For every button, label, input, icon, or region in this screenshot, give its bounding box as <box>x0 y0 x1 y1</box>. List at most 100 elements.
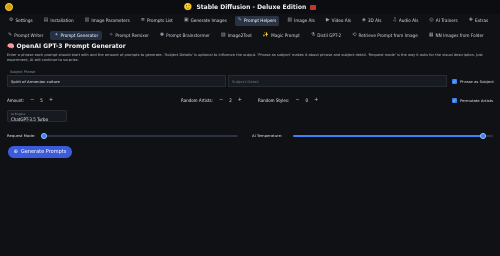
random-styles-value[interactable]: 0 <box>306 98 309 103</box>
subject-detail-input[interactable]: Subject Detail <box>228 75 447 87</box>
retrieve-icon: ⟲ <box>352 31 357 38</box>
tab-label: Prompt Helpers <box>243 18 277 23</box>
tab-label: Image Parameters <box>91 18 130 23</box>
phrase-as-subject-label: Phrase as Subject <box>460 79 494 84</box>
picture-icon: ▧ <box>287 17 293 23</box>
random-artists-plus-button[interactable]: + <box>238 97 242 103</box>
request-mode-label: Request Mode: <box>7 133 36 138</box>
amount-value[interactable]: 5 <box>40 98 43 103</box>
tab-prompt-helpers[interactable]: ✎ Prompt Helpers <box>234 15 280 26</box>
random-styles-minus-button[interactable]: − <box>295 97 299 103</box>
tab-label: Video AIs <box>331 18 352 23</box>
subtab-nn-images[interactable]: ▦ NN Images from Folder <box>425 31 488 40</box>
subtab-label: Prompt Writer <box>14 32 44 38</box>
generate-prompts-label: Generate Prompts <box>20 149 67 155</box>
amount-plus-button[interactable]: + <box>49 97 53 103</box>
flask-icon: ⚗ <box>310 31 316 38</box>
generate-icon: ⊕ <box>13 149 18 155</box>
subtab-prompt-writer[interactable]: ✎ Prompt Writer <box>4 31 47 40</box>
subtab-label: Prompt Generator <box>60 32 99 38</box>
phrase-as-subject-checkbox[interactable]: ✓ <box>452 79 457 84</box>
random-styles-plus-button[interactable]: + <box>314 97 318 103</box>
subtab-label: Image2Text <box>227 32 252 38</box>
music-icon: ♫ <box>392 17 397 23</box>
plus-icon: ✚ <box>468 17 473 23</box>
title-wrap: 🙂 Stable Diffusion - Deluxe Edition <box>184 3 317 11</box>
phrase-as-subject-row[interactable]: ✓ Phrase as Subject <box>452 79 494 84</box>
image-icon: ▥ <box>84 17 90 23</box>
subtab-label: Distil GPT-2 <box>317 32 342 38</box>
section-title-text: OpenAI GPT-3 Prompt Generator <box>16 43 126 50</box>
tab-ai-trainers[interactable]: ◎ AI Trainers <box>426 16 460 26</box>
pencil-icon: ✎ <box>8 31 13 38</box>
tab-installation[interactable]: ▤ Installation <box>41 16 77 26</box>
permutate-artists-row[interactable]: ✓ Permutate Artists <box>452 98 493 103</box>
remix-icon: ✧ <box>109 31 114 38</box>
section-description: Enter a phrase each prompt should start … <box>7 53 483 62</box>
tab-image-parameters[interactable]: ▥ Image Parameters <box>82 16 133 26</box>
tab-generate-images[interactable]: ▣ Generate Images <box>181 16 230 26</box>
tab-extras[interactable]: ✚ Extras <box>466 16 491 26</box>
ai-temperature-label: AI Temperature: <box>252 133 283 138</box>
tab-label: AI Trainers <box>435 18 458 23</box>
ai-engine-value: ChatGPT-3.5 Turbo <box>11 117 49 122</box>
tab-label: Image AIs <box>294 18 315 23</box>
generate-prompts-button[interactable]: ⊕ Generate Prompts <box>8 146 72 158</box>
tab-label: Prompts List <box>146 18 173 23</box>
ai-temperature-knob[interactable] <box>480 133 486 139</box>
subtab-magic-prompt[interactable]: ✨ Magic Prompt <box>259 31 304 40</box>
tab-audio-ais[interactable]: ♫ Audio AIs <box>389 16 421 26</box>
subtab-prompt-remixer[interactable]: ✧ Prompt Remixer <box>105 31 153 40</box>
window-title: Stable Diffusion - Deluxe Edition <box>196 3 307 11</box>
ai-engine-label: AI Engine <box>11 112 26 116</box>
random-artists-value[interactable]: 2 <box>229 98 232 103</box>
app-logo-icon[interactable] <box>5 3 13 11</box>
image-icon: ▨ <box>220 31 226 38</box>
subtab-prompt-brainstormer[interactable]: ✺ Prompt Brainstormer <box>156 31 214 40</box>
tab-3d-ais[interactable]: ◈ 3D AIs <box>359 16 384 26</box>
random-artists-minus-button[interactable]: − <box>219 97 223 103</box>
subtab-image2text[interactable]: ▨ Image2Text <box>217 31 256 40</box>
title-bar: 🙂 Stable Diffusion - Deluxe Edition <box>0 0 500 14</box>
permutate-artists-checkbox[interactable]: ✓ <box>452 98 457 103</box>
cube-icon: ◈ <box>362 17 366 23</box>
request-mode-slider[interactable] <box>41 133 238 139</box>
tab-prompts-list[interactable]: ≣ Prompts List <box>138 16 176 26</box>
sparkle-icon: ✦ <box>54 31 59 38</box>
subtab-label: Prompt Remixer <box>115 32 149 38</box>
request-mode-knob[interactable] <box>41 133 47 139</box>
tab-label: Audio AIs <box>398 18 419 23</box>
random-artists-row: Random Artists: − 2 + <box>181 97 242 103</box>
target-icon: ◎ <box>429 17 434 23</box>
sub-tabs: ✎ Prompt Writer ✦ Prompt Generator ✧ Prompt… <box>0 30 500 40</box>
magic-icon: ✨ <box>262 31 270 38</box>
brainstorm-icon: ✺ <box>159 31 165 38</box>
random-artists-label: Random Artists: <box>181 97 213 103</box>
ai-engine-dropdown[interactable]: AI Engine ChatGPT-3.5 Turbo <box>7 110 67 122</box>
main-tabs: ⚙ Settings ▤ Installation ▥ Image Parameter… <box>0 15 500 26</box>
tab-image-ais[interactable]: ▧ Image AIs <box>284 16 317 26</box>
section-title: 🧠 OpenAI GPT-3 Prompt Generator <box>7 43 126 50</box>
random-styles-label: Random Styles: <box>258 97 290 103</box>
tab-label: Extras <box>474 18 489 23</box>
red-box-icon <box>310 4 317 10</box>
tab-video-ais[interactable]: ▶ Video AIs <box>323 16 354 26</box>
subtab-prompt-generator[interactable]: ✦ Prompt Generator <box>50 30 103 40</box>
tab-label: Settings <box>15 18 33 23</box>
subtab-label: Retrieve Prompt from Image <box>358 32 418 38</box>
amount-minus-button[interactable]: − <box>30 97 34 103</box>
generate-icon: ▣ <box>183 17 189 23</box>
subtab-distil-gpt2[interactable]: ⚗ Distil GPT-2 <box>307 31 345 40</box>
subject-phrase-input[interactable]: Spirit of Armenian culture <box>7 75 226 87</box>
subtab-retrieve-prompt[interactable]: ⟲ Retrieve Prompt from Image <box>348 31 422 40</box>
list-icon: ≣ <box>140 17 145 23</box>
subject-phrase-label: Subject Phrase <box>10 70 36 74</box>
subtab-label: Magic Prompt <box>271 32 300 38</box>
title-emoji-icon: 🙂 <box>183 3 193 11</box>
tab-settings[interactable]: ⚙ Settings <box>6 16 36 26</box>
subtab-label: Prompt Brainstormer <box>166 32 210 38</box>
ai-temperature-slider[interactable] <box>293 133 493 139</box>
brain-icon: 🧠 <box>7 43 15 50</box>
tab-label: Installation <box>50 18 74 23</box>
ai-temperature-fill <box>293 135 483 137</box>
